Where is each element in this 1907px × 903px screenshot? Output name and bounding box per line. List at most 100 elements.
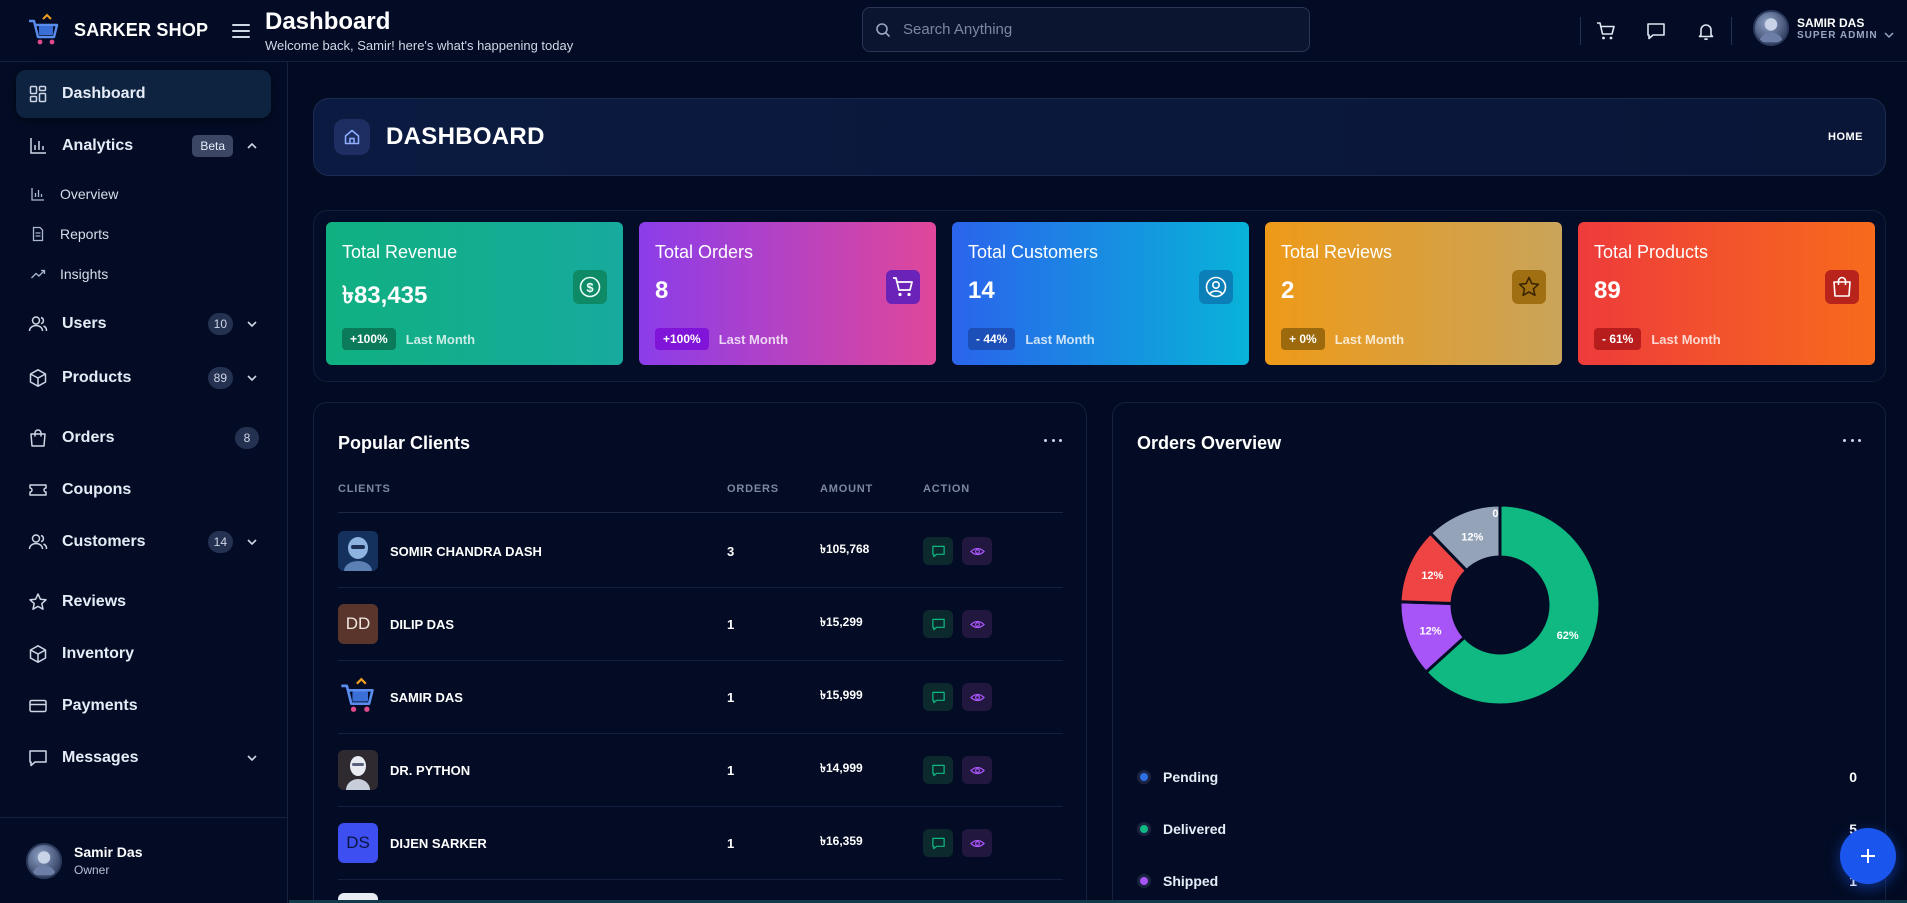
client-avatar: DD (338, 604, 378, 644)
stat-change-badge: - 44% (968, 328, 1016, 350)
chevron-down-icon (245, 751, 259, 765)
search-input[interactable] (903, 21, 1283, 38)
client-avatar (338, 531, 378, 571)
stat-change-badge: +100% (655, 328, 709, 350)
sidebar-subitem-overview[interactable]: Overview (16, 174, 271, 214)
legend-label: Delivered (1163, 821, 1227, 837)
sidebar-item-inventory[interactable]: Inventory (16, 630, 271, 678)
view-client-button[interactable] (962, 829, 992, 857)
svg-text:$: $ (586, 280, 594, 295)
sidebar-item-analytics[interactable]: Analytics Beta (16, 122, 271, 170)
message-client-button[interactable] (923, 610, 953, 638)
stat-card-customers[interactable]: Total Customers 14 - 44% Last Month (952, 222, 1249, 365)
stat-card-products[interactable]: Total Products 89 - 61% Last Month (1578, 222, 1875, 365)
stat-card-orders[interactable]: Total Orders 8 +100% Last Month (639, 222, 936, 365)
stat-period: Last Month (1651, 331, 1721, 347)
plus-icon (1861, 849, 1875, 863)
stat-label: Total Products (1594, 242, 1709, 262)
legend-item-delivered: Delivered 5 (1137, 817, 1857, 841)
sidebar-item-users[interactable]: Users 10 (16, 298, 271, 350)
brand[interactable]: SARKER SHOP (0, 13, 265, 49)
view-client-button[interactable] (962, 756, 992, 784)
message-client-button[interactable] (923, 683, 953, 711)
client-avatar (338, 750, 378, 790)
profile-name: Samir Das (74, 844, 143, 860)
more-options-icon[interactable] (1044, 435, 1062, 445)
slice-label: 0 (1492, 508, 1498, 520)
trend-icon (30, 266, 46, 282)
box-icon (28, 368, 48, 388)
table-row: DD DILIP DAS 1 ৳15,299 (338, 588, 1063, 661)
client-amount: ৳105,768 (820, 542, 870, 556)
notifications-button[interactable] (1689, 14, 1723, 48)
view-client-button[interactable] (962, 683, 992, 711)
stat-value: ৳83,435 (342, 282, 428, 309)
sidebar-profile[interactable]: Samir Das Owner (0, 817, 287, 903)
add-fab-button[interactable] (1840, 828, 1896, 884)
stat-period: Last Month (1025, 331, 1095, 347)
sidebar-item-products[interactable]: Products 89 (16, 350, 271, 406)
eye-icon (969, 766, 985, 774)
message-icon (931, 545, 945, 557)
client-amount: ৳15,999 (820, 688, 863, 702)
legend-dot (1137, 770, 1151, 784)
message-icon (1647, 23, 1665, 40)
cart-icon (886, 270, 920, 304)
bar-chart-icon (28, 136, 48, 156)
page-subtitle: Welcome back, Samir! here's what's happe… (265, 38, 574, 53)
sidebar-item-label: Inventory (62, 645, 135, 662)
eye-icon (969, 839, 985, 847)
user-menu[interactable]: SAMIR DAS SUPER ADMIN (1753, 10, 1894, 46)
search-icon (876, 22, 891, 37)
user-circle-icon (1199, 270, 1233, 304)
card-title: Orders Overview (1137, 433, 1282, 453)
main-content: DASHBOARD HOME Total Revenue ৳83,435 $ +… (289, 62, 1907, 903)
star-icon (28, 592, 48, 612)
stat-period: Last Month (1334, 331, 1405, 347)
menu-toggle-icon[interactable] (232, 23, 251, 38)
legend-item-shipped: Shipped 1 (1137, 869, 1857, 893)
sidebar-item-messages[interactable]: Messages (16, 734, 271, 782)
view-client-button[interactable] (962, 610, 992, 638)
stat-footer: - 44% Last Month (968, 328, 1095, 350)
sidebar-subitem-label: Reports (60, 226, 110, 242)
view-client-button[interactable] (962, 537, 992, 565)
stat-card-revenue[interactable]: Total Revenue ৳83,435 $ +100% Last Month (326, 222, 623, 365)
cart-button[interactable] (1589, 14, 1623, 48)
stat-card-reviews[interactable]: Total Reviews 2 + 0% Last Month (1265, 222, 1562, 365)
breadcrumb-home[interactable]: HOME (1828, 131, 1863, 143)
chevron-down-icon (245, 371, 259, 385)
stat-period: Last Month (405, 331, 476, 347)
eye-icon (969, 547, 985, 555)
sidebar-item-reviews[interactable]: Reviews (16, 574, 271, 630)
message-client-button[interactable] (923, 829, 953, 857)
sidebar-item-label: Products (62, 369, 132, 386)
sidebar-item-label: Users (62, 315, 107, 332)
stat-value: 14 (968, 277, 995, 304)
chevron-down-icon (1884, 32, 1894, 39)
sidebar-item-orders[interactable]: Orders 8 (16, 406, 271, 470)
divider (1580, 17, 1581, 45)
client-name: DR. PYTHON (390, 762, 471, 778)
brand-name: SARKER SHOP (74, 20, 209, 40)
stat-footer: +100% Last Month (342, 328, 475, 350)
message-client-button[interactable] (923, 756, 953, 784)
cart-avatar-icon (338, 677, 378, 717)
search-box[interactable] (862, 7, 1310, 52)
sidebar-item-customers[interactable]: Customers 14 (16, 510, 271, 574)
client-name: SOMIR CHANDRA DASH (390, 543, 542, 559)
more-options-icon[interactable] (1843, 435, 1861, 445)
sidebar-item-coupons[interactable]: Coupons (16, 470, 271, 510)
stat-label: Total Revenue (342, 242, 458, 262)
stat-label: Total Customers (968, 242, 1099, 262)
orders-donut-chart: 62% 12% 12% 12% 0 (1398, 503, 1602, 707)
sidebar-item-payments[interactable]: Payments (16, 678, 271, 734)
message-client-button[interactable] (923, 537, 953, 565)
sidebar-item-dashboard[interactable]: Dashboard (16, 70, 271, 118)
sidebar-subitem-reports[interactable]: Reports (16, 214, 271, 254)
sidebar-item-label: Coupons (62, 481, 132, 498)
sidebar-subitem-insights[interactable]: Insights (16, 254, 271, 294)
divider (1731, 17, 1732, 45)
page-heading: Dashboard Welcome back, Samir! here's wh… (265, 8, 573, 53)
messages-button[interactable] (1639, 14, 1673, 48)
